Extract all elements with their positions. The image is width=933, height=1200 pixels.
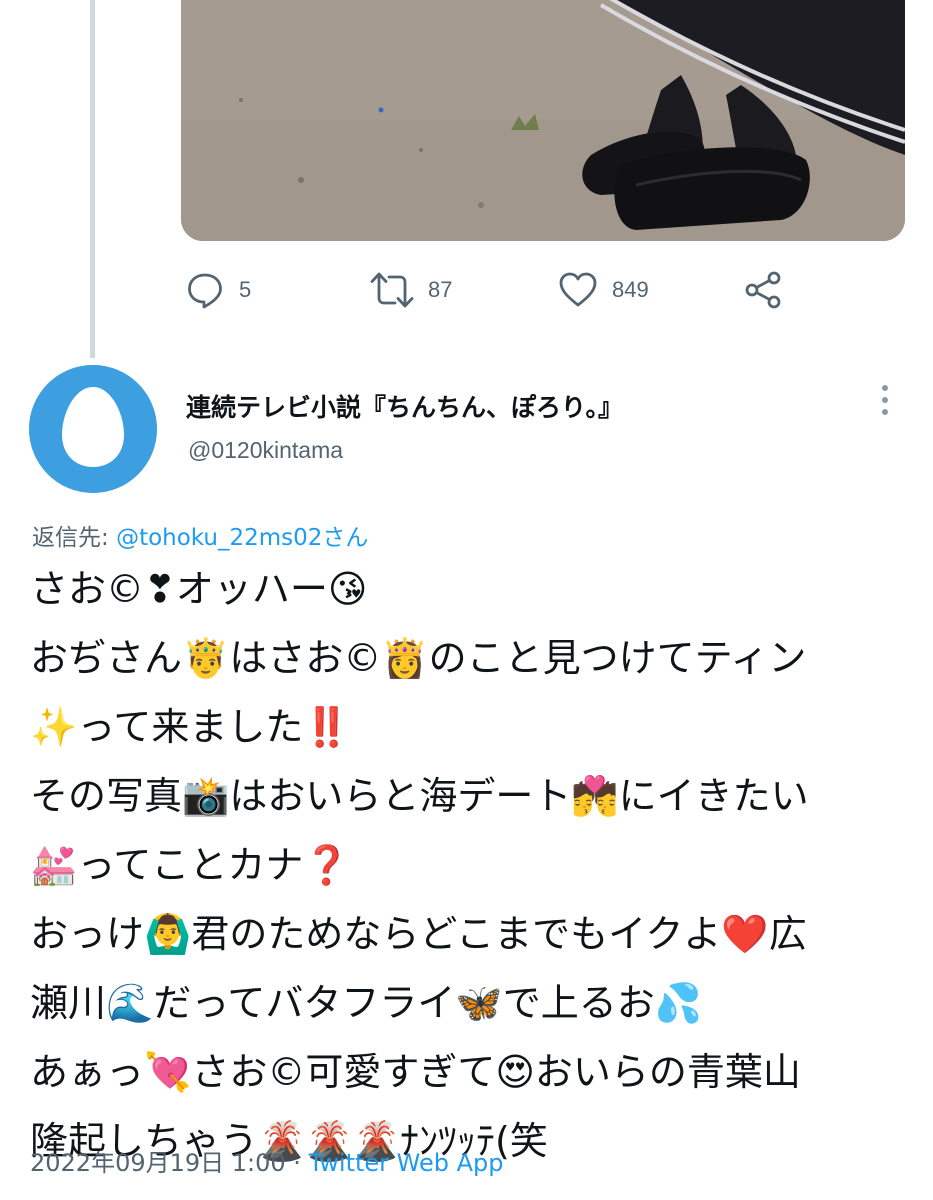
like-icon [559,272,597,306]
tweet-timestamp: 2022年09月19日 1:00 · Twitter Web App [30,1143,503,1178]
share-action[interactable] [744,262,784,317]
user-handle[interactable]: @0120kintama [188,437,343,464]
tweet-text-line: ✨って来ました‼️ [30,705,351,749]
timestamp-text[interactable]: 2022年09月19日 1:00 · [30,1149,309,1177]
share-icon [745,271,781,308]
tweet-text-line: 💒ってことカナ❓ [30,843,351,887]
tweet-text-line: 瀬川🌊だってバタフライ🦋で上るお💦 [30,981,703,1025]
tweet-text: さお©❣オッハー😘 おぢさん🤴はさお©👸のこと見つけてティン ✨って来ました‼️… [30,555,920,1176]
more-icon[interactable] [876,385,894,425]
tweet-action-bar: 5 87 849 [0,262,933,317]
retweet-icon [370,272,414,307]
tweet-photo[interactable] [181,0,905,241]
default-egg-avatar [29,365,157,493]
like-count: 849 [612,276,649,302]
tweet-text-line: さお©❣オッハー😘 [30,567,368,611]
tweet-text-line: その写真📸はおいらと海デート💏にイきたい [30,774,809,818]
like-action[interactable]: 849 [558,262,649,317]
retweet-count: 87 [428,276,453,302]
reply-action[interactable]: 5 [185,262,251,317]
reply-count: 5 [239,276,252,302]
display-name[interactable]: 連続テレビ小説『ちんちん、ぽろり。』 [186,388,623,424]
reply-icon [188,273,222,308]
tweet-source[interactable]: Twitter Web App [309,1149,504,1177]
retweet-action[interactable]: 87 [370,262,452,317]
replying-to-mention[interactable]: @tohoku_22ms02さん [116,525,368,551]
tweet-text-line: おっけ🙆‍♂️君のためならどこまでもイクよ❤️広 [30,912,807,956]
avatar[interactable] [29,365,157,493]
tweet-text-line: あぁっ💘さお©可愛すぎて😍おいらの青葉山 [30,1050,801,1094]
replying-to: 返信先: @tohoku_22ms02さん [32,518,368,552]
tweet-text-line: おぢさん🤴はさお©👸のこと見つけてティン [30,636,807,680]
replying-to-label: 返信先: [32,525,117,551]
